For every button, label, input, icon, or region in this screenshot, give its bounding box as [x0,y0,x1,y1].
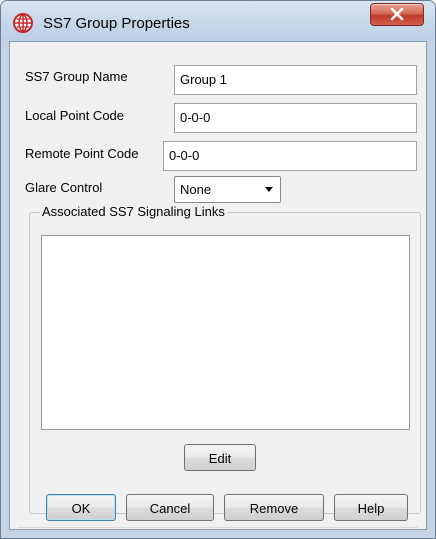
dialog-window: SS7 Group Properties SS7 Group Name Grou… [0,0,436,539]
remote-point-code-label: Remote Point Code [25,146,139,161]
window-title: SS7 Group Properties [43,15,190,32]
cancel-button[interactable]: Cancel [126,494,214,521]
glare-control-value: None [180,182,212,197]
signaling-links-list[interactable] [41,235,410,430]
ok-button[interactable]: OK [46,494,116,521]
local-point-code-label: Local Point Code [25,108,125,123]
title-bar[interactable]: SS7 Group Properties [1,1,435,41]
local-point-code-field[interactable]: 0-0-0 [174,103,417,133]
ss7-globe-icon [13,13,33,33]
glare-control-label: Glare Control [25,180,103,195]
glare-control-select[interactable]: None [174,176,281,203]
close-icon [390,8,404,21]
close-button[interactable] [370,3,424,26]
group-name-label: SS7 Group Name [25,69,128,84]
help-button[interactable]: Help [334,494,408,521]
chevron-down-icon[interactable] [262,182,276,196]
signaling-links-legend: Associated SS7 Signaling Links [40,204,227,219]
dialog-body: SS7 Group Name Group 1 Local Point Code … [9,41,427,530]
group-name-field[interactable]: Group 1 [174,65,417,95]
remove-button[interactable]: Remove [224,494,324,521]
signaling-links-group: Associated SS7 Signaling Links Edit [29,204,421,514]
remote-point-code-field[interactable]: 0-0-0 [163,141,417,171]
edit-button[interactable]: Edit [184,444,256,471]
button-separator [18,527,418,528]
